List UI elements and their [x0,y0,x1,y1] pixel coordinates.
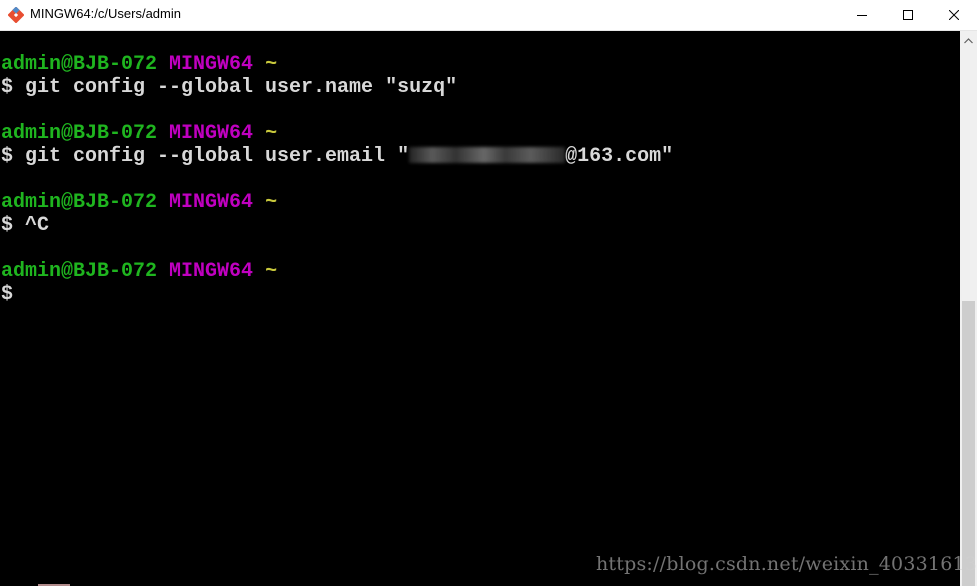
scroll-up-button[interactable] [960,31,977,48]
redacted-email [409,147,566,163]
command-text: $ git config --global user.email " [1,145,410,168]
prompt-line: admin@BJB-072 MINGW64 ~ [1,260,277,283]
prompt-path: ~ [265,260,278,283]
chevron-up-icon [964,31,973,49]
prompt-shell: MINGW64 [169,53,254,76]
prompt-path: ~ [265,53,278,76]
prompt-path: ~ [265,191,278,214]
prompt-shell: MINGW64 [169,260,254,283]
prompt-line: admin@BJB-072 MINGW64 ~ [1,191,277,214]
prompt-shell: MINGW64 [169,191,254,214]
scrollbar-thumb[interactable] [962,301,975,586]
minimize-icon [857,10,867,20]
minimize-button[interactable] [839,0,885,30]
maximize-icon [903,10,913,20]
maximize-button[interactable] [885,0,931,30]
prompt-user-host: admin@BJB-072 [1,53,158,76]
vertical-scrollbar[interactable] [960,31,977,586]
terminal-window: MINGW64:/c/Users/admin admin@BJB-072 MIN… [0,0,977,586]
git-bash-icon [7,6,25,24]
command-line: $ ^C [1,214,50,237]
prompt-path: ~ [265,122,278,145]
title-bar[interactable]: MINGW64:/c/Users/admin [0,0,977,31]
command-input-line[interactable]: $ [1,283,13,306]
command-line: $ git config --global user.name "suzq" [1,76,458,99]
prompt-user-host: admin@BJB-072 [1,260,158,283]
prompt-user-host: admin@BJB-072 [1,122,158,145]
window-title: MINGW64:/c/Users/admin [30,6,181,21]
close-button[interactable] [931,0,977,30]
terminal-output[interactable]: admin@BJB-072 MINGW64 ~ $ git config --g… [0,31,960,586]
prompt-user-host: admin@BJB-072 [1,191,158,214]
close-icon [949,10,959,20]
prompt-shell: MINGW64 [169,122,254,145]
prompt-line: admin@BJB-072 MINGW64 ~ [1,122,277,145]
command-text-suffix: @163.com" [565,145,674,168]
watermark: https://blog.csdn.net/weixin_40331613 [596,553,977,575]
prompt-line: admin@BJB-072 MINGW64 ~ [1,53,277,76]
command-line: $ git config --global user.email " @163.c… [1,145,673,168]
